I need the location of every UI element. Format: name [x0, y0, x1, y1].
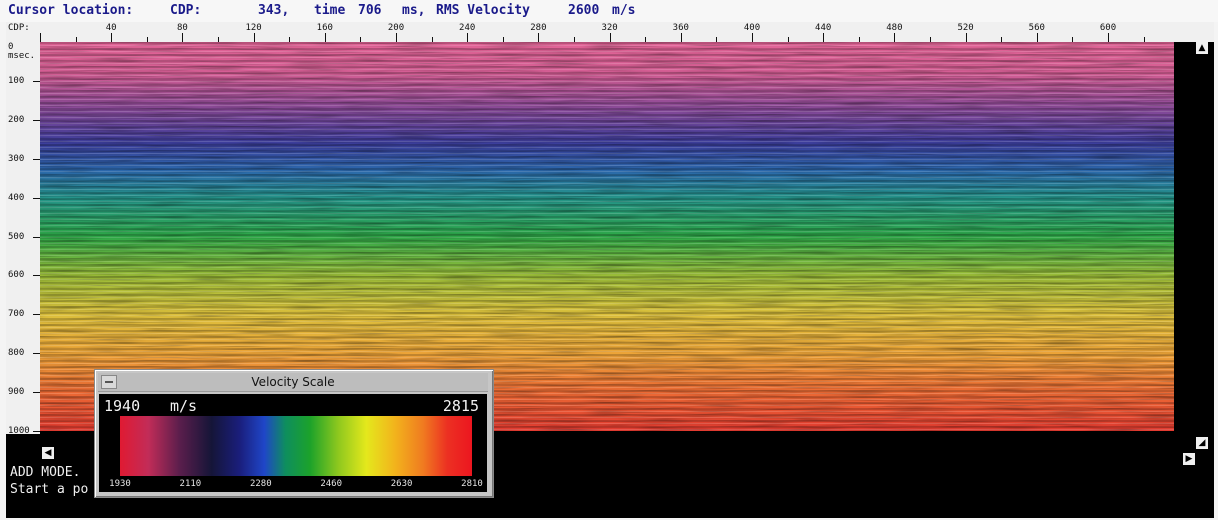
- up-arrow-icon[interactable]: ▲: [1196, 42, 1208, 54]
- time-axis: 0 msec. 100 200 300 400 500 600 700 800 900 1000: [6, 42, 40, 436]
- time-unit: ms,: [402, 3, 426, 18]
- time-tick: [33, 314, 40, 316]
- cdp-tick-label: 440: [815, 23, 832, 33]
- cdp-tick-label: 360: [672, 23, 689, 33]
- cdp-label: CDP:: [170, 3, 202, 18]
- cdp-tick-label: 200: [387, 23, 405, 33]
- time-tick: [33, 392, 40, 394]
- time-value: 706: [358, 3, 382, 18]
- cdp-tick: [111, 33, 113, 42]
- scale-tick-label: 2280: [249, 479, 272, 489]
- time-tick-label: 800: [8, 348, 25, 359]
- time-tick: [33, 197, 40, 199]
- scale-tick-label: 2460: [320, 479, 343, 489]
- cdp-tick-label: 120: [245, 23, 262, 33]
- time-tick: [33, 158, 40, 160]
- scale-tick-label: 2810: [461, 479, 483, 489]
- cdp-tick-label: 80: [176, 23, 188, 33]
- cdp-axis: CDP: 40 80 120 160 200 240 280 320 360 400 440 480 5…: [6, 22, 1214, 42]
- cdp-tick-label: 160: [316, 23, 333, 33]
- cdp-tick-label: 40: [105, 23, 117, 33]
- window-menu-button[interactable]: [101, 375, 117, 389]
- scale-min-value: 1940: [104, 397, 141, 415]
- scale-unit: m/s: [170, 397, 198, 415]
- cdp-tick: [40, 33, 41, 42]
- time-tick-label: 900: [8, 387, 25, 398]
- cdp-tick: [324, 33, 326, 42]
- velocity-scale-body: 1940 m/s 2815 1930 2110 2280 2460 2630 2…: [99, 394, 487, 492]
- time-tick-label: 200: [8, 114, 25, 125]
- cdp-tick-label: 320: [601, 23, 618, 33]
- time-tick-label: 600: [8, 270, 25, 281]
- velocity-label: RMS Velocity: [436, 3, 530, 18]
- time-tick-label: 1000: [8, 426, 30, 436]
- velocity-value: 2600: [568, 3, 600, 18]
- cdp-tick-label: 400: [743, 23, 761, 33]
- cdp-tick: [253, 33, 255, 42]
- cdp-tick: [894, 33, 896, 42]
- time-tick: [33, 431, 40, 432]
- cdp-tick: [1108, 33, 1109, 42]
- time-tick-label: 100: [8, 75, 25, 86]
- cdp-tick: [538, 33, 540, 42]
- cdp-tick-label: 560: [1028, 23, 1045, 33]
- mode-message: ADD MODE. Start a po: [10, 464, 88, 498]
- time-axis-unit: msec.: [8, 51, 36, 61]
- cdp-tick-label: 280: [530, 23, 547, 33]
- time-tick: [33, 275, 40, 277]
- time-label: time: [314, 3, 346, 18]
- time-tick: [33, 80, 40, 82]
- time-tick-label: 500: [8, 231, 25, 242]
- time-tick-label: 700: [8, 309, 25, 320]
- scale-tick-label: 2630: [390, 479, 413, 489]
- cdp-tick: [396, 33, 397, 42]
- cdp-value: 343,: [258, 3, 290, 18]
- status-bar: Cursor location: CDP: 343, time 706 ms, …: [0, 0, 1218, 22]
- cdp-axis-label: CDP:: [8, 23, 30, 33]
- velocity-color-bar: [120, 416, 472, 476]
- cdp-tick-label: 240: [459, 23, 476, 33]
- cdp-tick-label: 600: [1099, 23, 1117, 33]
- velocity-scale-dialog[interactable]: Velocity Scale 1940 m/s 2815 1930 2110 2…: [94, 369, 494, 498]
- minus-icon: [105, 381, 113, 383]
- cdp-tick-label: 480: [886, 23, 903, 33]
- scale-tick-label: 2110: [179, 479, 202, 489]
- mode-prompt: Start a po: [10, 482, 89, 497]
- dialog-titlebar[interactable]: Velocity Scale: [98, 373, 488, 392]
- down-arrow-icon[interactable]: ◢: [1196, 437, 1208, 449]
- cdp-tick: [609, 33, 611, 42]
- cdp-tick-label: 520: [957, 23, 974, 33]
- time-tick-label: 400: [8, 192, 25, 203]
- cdp-tick: [467, 33, 469, 42]
- vertical-scroll-controls: ▲ ◢: [1196, 42, 1208, 449]
- time-tick: [33, 236, 40, 238]
- cdp-tick: [182, 33, 184, 42]
- cdp-tick: [680, 33, 682, 42]
- left-arrow-icon[interactable]: ◀: [42, 447, 54, 459]
- right-arrow-icon[interactable]: ▶: [1183, 453, 1195, 465]
- cursor-location-label: Cursor location:: [8, 3, 134, 18]
- cdp-tick: [823, 33, 825, 42]
- scale-max-value: 2815: [442, 397, 479, 415]
- mode-title: ADD MODE.: [10, 465, 81, 480]
- cdp-tick: [752, 33, 753, 42]
- scale-tick-label: 1930: [109, 479, 131, 489]
- dialog-title: Velocity Scale: [251, 375, 335, 389]
- time-tick: [33, 119, 40, 121]
- cdp-tick: [965, 33, 967, 42]
- velocity-unit: m/s: [612, 3, 636, 18]
- cdp-tick: [1036, 33, 1038, 42]
- time-tick: [33, 353, 40, 355]
- time-tick-label: 300: [8, 153, 25, 164]
